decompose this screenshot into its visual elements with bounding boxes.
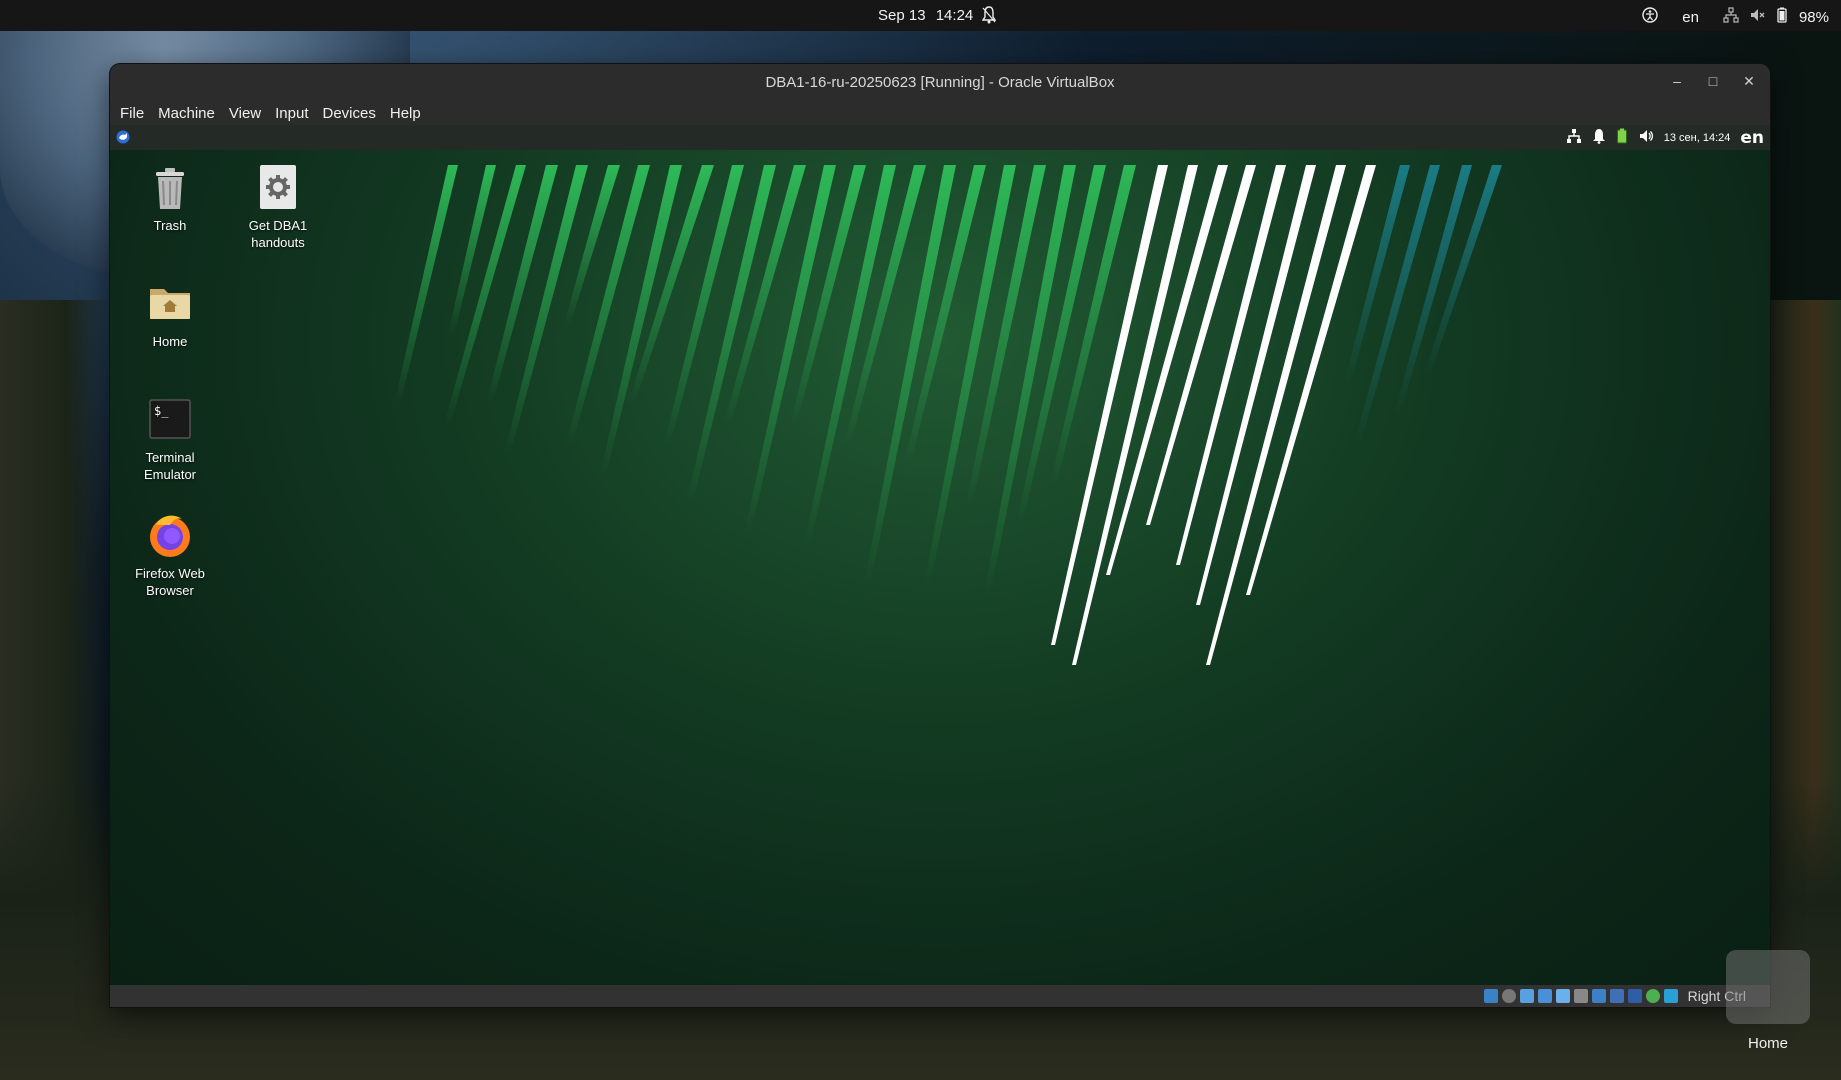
virtualbox-window: DBA1-16-ru-20250623 [Running] - Oracle V… — [110, 64, 1770, 1007]
menu-devices[interactable]: Devices — [323, 105, 376, 122]
guest-network-icon[interactable] — [1566, 128, 1582, 147]
desktop-icon-trash[interactable]: Trash — [120, 163, 220, 234]
desktop-icon-label: Home — [152, 334, 188, 349]
host-clock[interactable]: Sep 13 14:24 — [878, 7, 979, 24]
trash-icon — [146, 163, 194, 211]
host-system-tray[interactable]: en 98% — [1642, 7, 1829, 27]
vm-menubar: File Machine View Input Devices Help — [110, 101, 1770, 125]
home-folder-icon — [146, 279, 194, 327]
desktop-icon-label: Firefox Web — [135, 566, 205, 581]
maximize-icon[interactable]: □ — [1706, 72, 1720, 90]
desktop-icon-label: Browser — [146, 583, 194, 598]
desktop-icon-label: Emulator — [143, 467, 197, 482]
desktop-icon-home[interactable]: Home — [120, 279, 220, 350]
desktop-icon-terminal[interactable]: $_ Terminal Emulator — [120, 395, 220, 483]
menu-view[interactable]: View — [229, 105, 261, 122]
guest-wallpaper — [394, 165, 1502, 665]
guest-notification-icon[interactable] — [1592, 128, 1606, 147]
guest-volume-icon[interactable] — [1638, 128, 1654, 147]
desktop-icon-get-handouts[interactable]: Get DBA1 handouts — [228, 163, 328, 251]
close-icon[interactable]: ✕ — [1742, 72, 1756, 90]
host-language-indicator[interactable]: en — [1682, 9, 1699, 26]
audio-icon[interactable] — [1519, 989, 1534, 1003]
desktop-icon-label: Get DBA1 — [248, 218, 308, 233]
window-title: DBA1-16-ru-20250623 [Running] - Oracle V… — [765, 74, 1115, 91]
minimize-icon[interactable]: – — [1670, 72, 1684, 90]
dock-home-item[interactable] — [1726, 950, 1810, 1024]
terminal-icon: $_ — [146, 395, 194, 443]
guest-screen[interactable]: 13 сен, 14:24 en Trash Get DBA1 handouts… — [110, 125, 1770, 985]
dock-tooltip: Home — [1747, 1035, 1788, 1052]
host-time: 14:24 — [935, 7, 974, 24]
desktop-icon-label: handouts — [251, 235, 305, 250]
mouse-integration-icon[interactable] — [1663, 989, 1678, 1003]
vm-status-bar: Right Ctrl — [110, 985, 1770, 1007]
xfce-menu-icon[interactable] — [116, 129, 130, 148]
menu-machine[interactable]: Machine — [158, 105, 215, 122]
guest-top-panel: 13 сен, 14:24 en — [110, 125, 1770, 150]
guest-additions-icon[interactable] — [1645, 989, 1660, 1003]
notification-bell-icon[interactable] — [981, 6, 997, 28]
shared-folders-icon[interactable] — [1573, 989, 1588, 1003]
network-adapter-icon[interactable] — [1537, 989, 1552, 1003]
guest-language-indicator[interactable]: en — [1740, 128, 1764, 148]
settings-file-icon — [254, 163, 302, 211]
usb-icon[interactable] — [1555, 989, 1570, 1003]
virtualization-icon[interactable] — [1627, 989, 1642, 1003]
guest-battery-icon[interactable] — [1616, 128, 1628, 147]
window-titlebar[interactable]: DBA1-16-ru-20250623 [Running] - Oracle V… — [110, 64, 1770, 101]
host-top-bar: Sep 13 14:24 en 98% — [0, 0, 1841, 31]
svg-text:$_: $_ — [154, 404, 169, 418]
volume-muted-icon[interactable] — [1749, 7, 1765, 27]
guest-clock[interactable]: 13 сен, 14:24 — [1664, 132, 1731, 144]
desktop-icon-label: Trash — [153, 218, 187, 233]
menu-input[interactable]: Input — [275, 105, 308, 122]
network-icon[interactable] — [1723, 7, 1739, 27]
firefox-icon — [146, 511, 194, 559]
battery-percentage: 98% — [1798, 8, 1829, 26]
menu-help[interactable]: Help — [390, 105, 421, 122]
video-capture-icon[interactable] — [1609, 989, 1624, 1003]
accessibility-icon[interactable] — [1642, 7, 1658, 27]
menu-file[interactable]: File — [120, 105, 144, 122]
optical-drive-icon[interactable] — [1501, 989, 1516, 1003]
desktop-icon-label: Terminal — [145, 450, 195, 465]
desktop-icon-firefox[interactable]: Firefox Web Browser — [120, 511, 220, 599]
display-icon[interactable] — [1591, 989, 1606, 1003]
host-date: Sep 13 — [878, 7, 926, 24]
battery-icon[interactable] — [1775, 7, 1789, 27]
hard-disk-icon[interactable] — [1483, 989, 1498, 1003]
